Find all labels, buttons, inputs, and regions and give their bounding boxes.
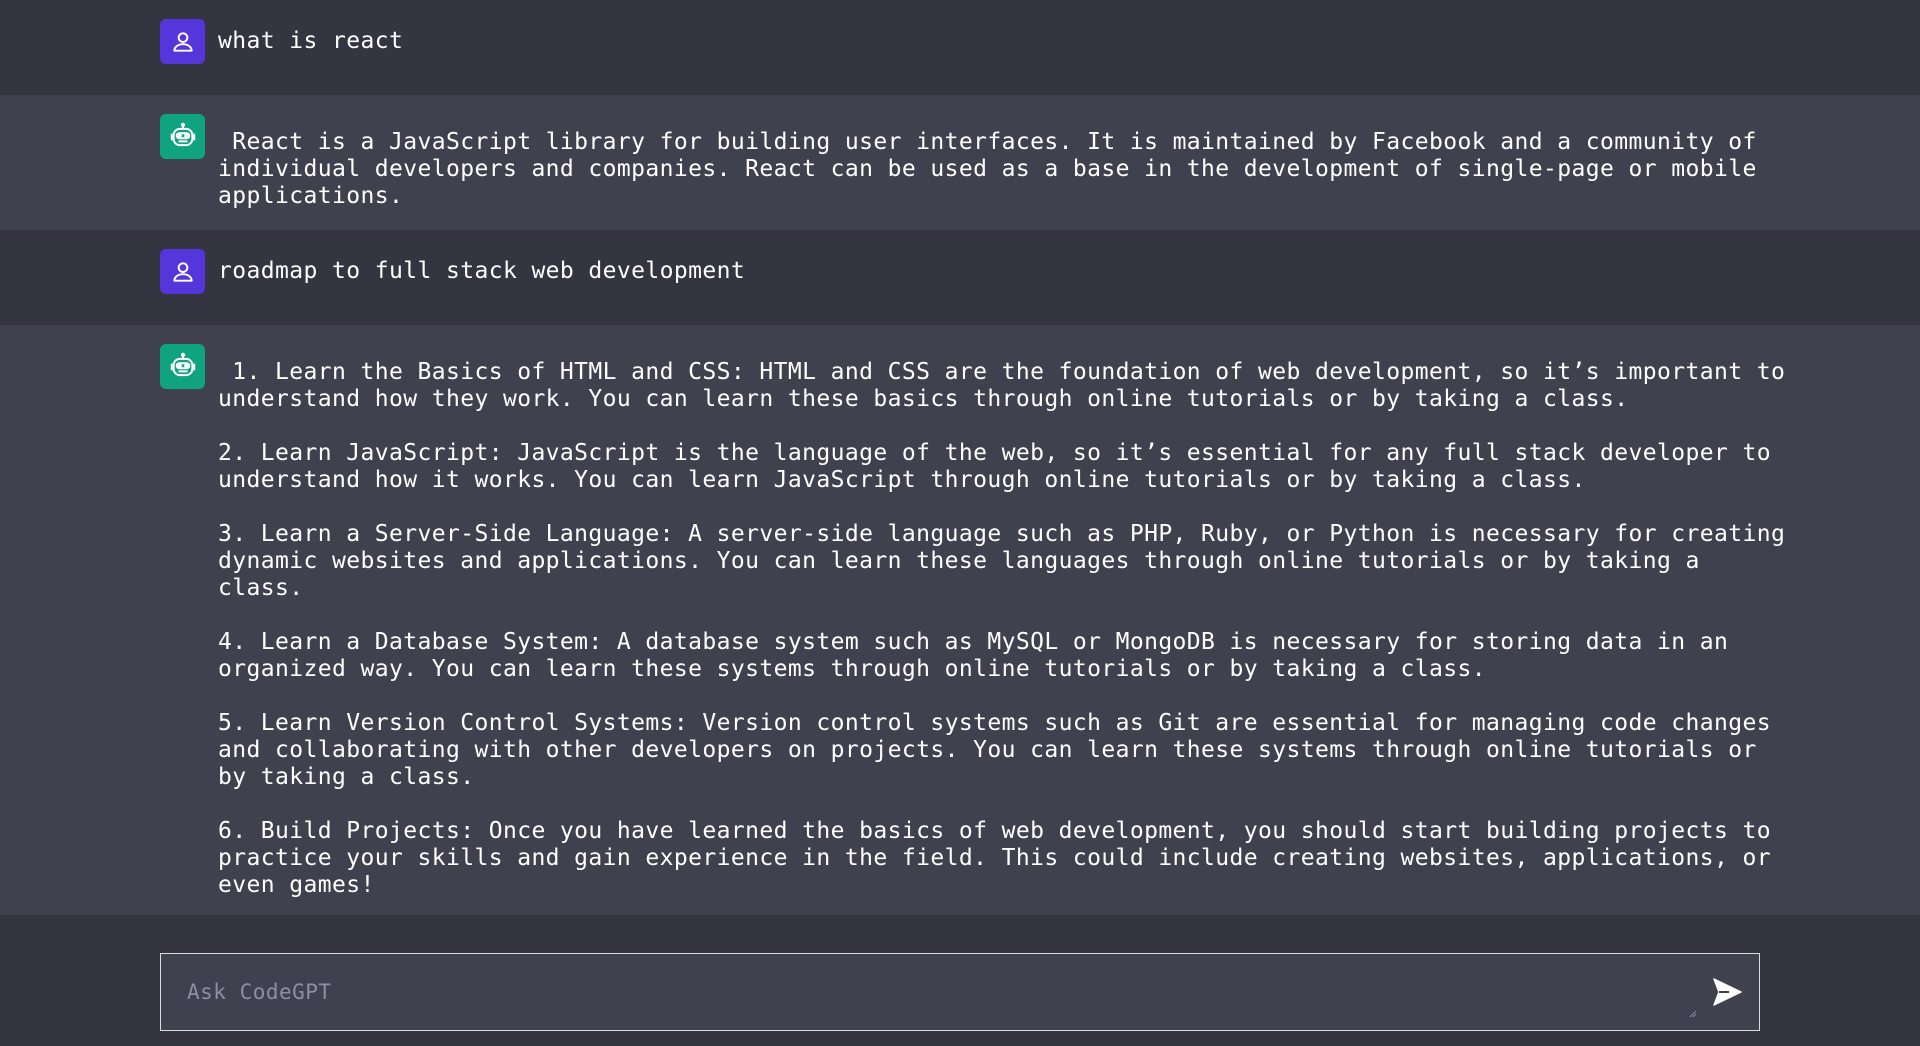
chat-log[interactable]: what is react React is a JavaScript libr…: [0, 0, 1920, 915]
user-avatar: [160, 249, 205, 294]
send-button[interactable]: [1709, 974, 1745, 1010]
message-row-user: what is react: [0, 0, 1920, 95]
send-icon: [1713, 978, 1742, 1006]
robot-icon: [170, 122, 195, 146]
user-icon: [172, 261, 193, 282]
message-text: what is react: [218, 28, 404, 54]
app-window: what is react React is a JavaScript libr…: [0, 0, 1920, 1046]
user-avatar: [160, 19, 205, 64]
message-row-bot: React is a JavaScript library for buildi…: [0, 95, 1920, 230]
composer-box: [160, 953, 1760, 1031]
robot-icon: [170, 352, 195, 376]
user-icon: [172, 31, 193, 52]
message-row-user: roadmap to full stack web development: [0, 230, 1920, 325]
ask-input[interactable]: [161, 954, 1759, 1030]
message-text: React is a JavaScript library for buildi…: [218, 129, 1771, 209]
bot-avatar: [160, 344, 205, 389]
bot-avatar: [160, 114, 205, 159]
resize-grip-icon[interactable]: [1689, 1010, 1697, 1018]
message-row-bot: 1. Learn the Basics of HTML and CSS: HTM…: [0, 325, 1920, 915]
message-text: 1. Learn the Basics of HTML and CSS: HTM…: [218, 359, 1786, 898]
message-text: roadmap to full stack web development: [218, 258, 746, 284]
composer-area: [0, 915, 1920, 1046]
